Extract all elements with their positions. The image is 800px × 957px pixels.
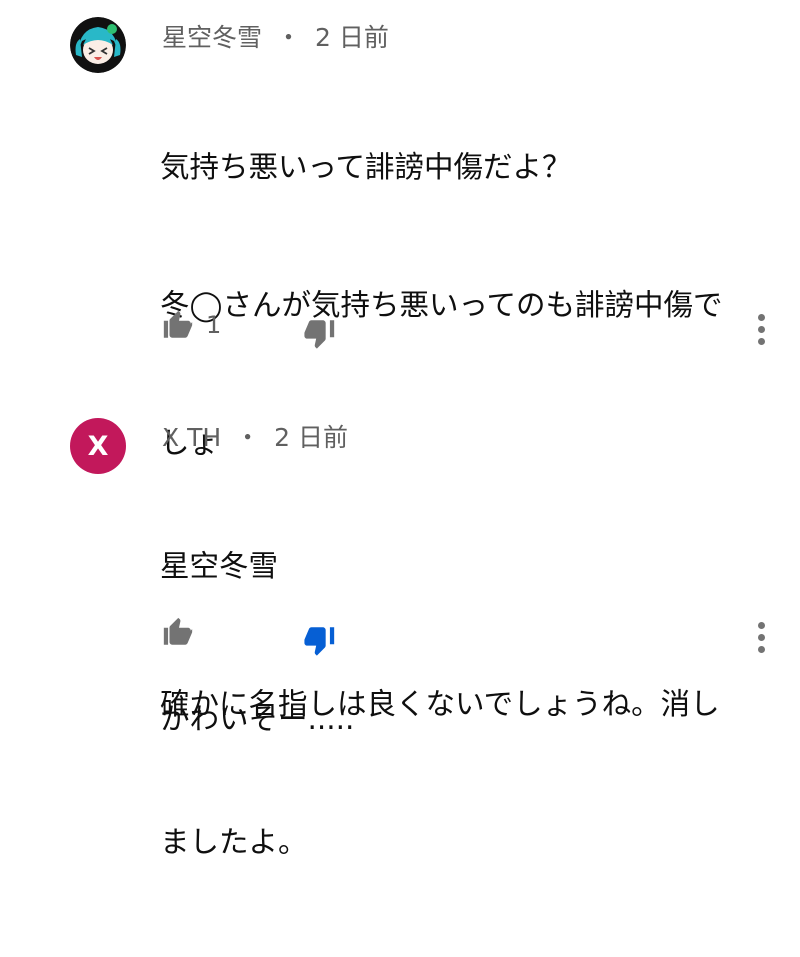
comment-line: ましたよ。 bbox=[160, 825, 308, 859]
like-button[interactable] bbox=[160, 308, 196, 346]
more-vert-icon[interactable] bbox=[752, 622, 770, 658]
thumbs-up-icon bbox=[163, 617, 193, 645]
like-count: 1 bbox=[206, 311, 222, 339]
meta-separator: ・ bbox=[276, 23, 302, 52]
dislike-button[interactable] bbox=[302, 623, 338, 661]
dislike-button[interactable] bbox=[302, 316, 338, 354]
comment-item: 星空冬雪・ 2 日前 気持ち悪いって誹謗中傷だよ？ 冬◯さんが気持ち悪いってのも誹… bbox=[0, 0, 800, 736]
comment-line: 星空冬雪 bbox=[160, 549, 279, 583]
avatar[interactable] bbox=[70, 17, 126, 73]
anime-character-avatar-icon bbox=[70, 17, 126, 73]
like-button[interactable] bbox=[160, 615, 196, 653]
comment-time[interactable]: 2 日前 bbox=[315, 23, 389, 52]
comment-line: 気持ち悪いって誹謗中傷だよ？ bbox=[160, 150, 572, 184]
more-vert-icon[interactable] bbox=[752, 314, 770, 350]
avatar[interactable]: X bbox=[70, 418, 126, 474]
comment-meta: X TH ・ 2 日前 bbox=[162, 418, 348, 454]
comment-item: X X TH ・ 2 日前 星空冬雪 確かに名指しは良くないでしょうね。消し ました… bbox=[0, 380, 800, 859]
comment-time[interactable]: 2 日前 bbox=[274, 423, 348, 452]
author-name[interactable]: X TH bbox=[162, 423, 221, 452]
thumbs-down-filled-icon bbox=[304, 627, 335, 656]
avatar-initial: X bbox=[87, 430, 109, 462]
thumbs-down-icon bbox=[304, 320, 335, 349]
meta-separator: ・ bbox=[235, 423, 261, 452]
thumbs-up-icon bbox=[163, 310, 193, 338]
comment-line: 冬◯さんが気持ち悪いってのも誹謗中傷で bbox=[160, 288, 723, 322]
comment-text: 星空冬雪 確かに名指しは良くないでしょうね。消し ましたよ。 bbox=[160, 451, 780, 957]
author-name[interactable]: 星空冬雪 bbox=[162, 23, 262, 52]
comment-line: 確かに名指しは良くないでしょうね。消し bbox=[160, 687, 720, 721]
comment-meta: 星空冬雪・ 2 日前 bbox=[162, 18, 389, 54]
